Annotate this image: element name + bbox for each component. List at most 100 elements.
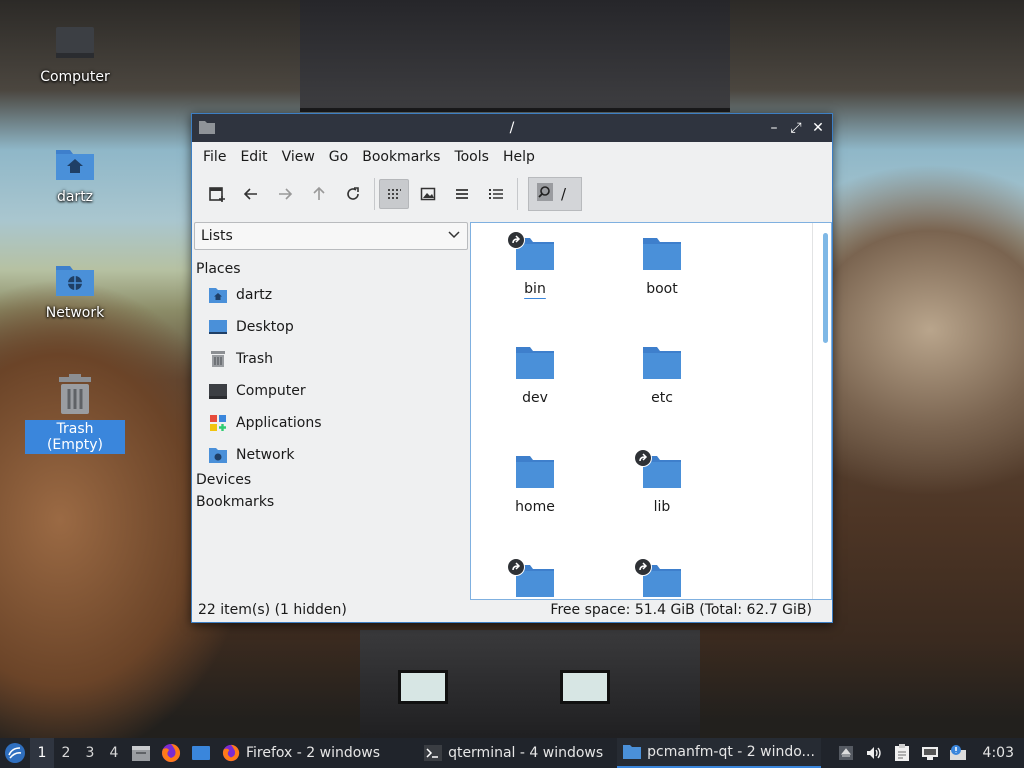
place-item-trash[interactable]: Trash xyxy=(194,343,468,375)
menu-tools[interactable]: Tools xyxy=(447,149,496,165)
place-item-label: Desktop xyxy=(236,319,294,335)
desktop-icon-network[interactable]: Network xyxy=(25,256,125,322)
task-pcmanfm-qt[interactable]: pcmanfm-qt - 2 windo... xyxy=(617,738,821,768)
desktop-icon-label: Network xyxy=(45,305,105,321)
search-icon[interactable] xyxy=(537,183,553,205)
place-item-label: Trash xyxy=(236,351,273,367)
place-item-applications[interactable]: Applications xyxy=(194,407,468,439)
up-button[interactable] xyxy=(304,179,334,209)
place-item-dartz[interactable]: dartz xyxy=(194,279,468,311)
update-notifier-icon[interactable] xyxy=(947,742,969,764)
side-pane-mode-select[interactable]: Lists xyxy=(194,222,468,250)
computer-icon xyxy=(25,20,125,66)
toolbar-separator xyxy=(517,178,518,210)
folder-icon xyxy=(612,340,712,386)
task-qterminal[interactable]: qterminal - 4 windows xyxy=(418,738,609,768)
place-item-label: dartz xyxy=(236,287,273,303)
status-item-count: 22 item(s) (1 hidden) xyxy=(198,602,347,618)
new-tab-button[interactable] xyxy=(202,179,232,209)
icon-view-icon xyxy=(388,189,401,199)
menu-bookmarks[interactable]: Bookmarks xyxy=(355,149,447,165)
compact-view-button[interactable] xyxy=(447,179,477,209)
vertical-scrollbar[interactable] xyxy=(823,233,828,343)
path-bar[interactable]: / xyxy=(528,177,582,211)
window-titlebar[interactable]: / – ⤢ ✕ xyxy=(192,114,832,142)
file-item-bin[interactable]: bin xyxy=(485,231,585,297)
place-item-label: Computer xyxy=(236,383,306,399)
chevron-down-icon xyxy=(447,227,461,245)
system-tray: 4:03 xyxy=(835,738,1024,768)
workspace-2-button[interactable]: 2 xyxy=(54,738,78,768)
file-item-dev[interactable]: dev xyxy=(485,340,585,406)
file-item-home[interactable]: home xyxy=(485,449,585,515)
file-item[interactable] xyxy=(612,558,712,599)
desktop-icon-label: Trash (Empty) xyxy=(25,420,125,454)
desktop-icon-dartz[interactable]: dartz xyxy=(25,140,125,206)
symlink-icon xyxy=(507,558,525,576)
desktop-icon-computer[interactable]: Computer xyxy=(25,20,125,86)
thumbnail-view-button[interactable] xyxy=(413,179,443,209)
menu-edit[interactable]: Edit xyxy=(233,149,274,165)
quicklaunch-show-desktop[interactable] xyxy=(186,738,216,768)
show-desktop-icon xyxy=(192,746,210,760)
place-item-desktop[interactable]: Desktop xyxy=(194,311,468,343)
minimize-button[interactable]: – xyxy=(766,118,782,138)
place-item-computer[interactable]: Computer xyxy=(194,375,468,407)
devices-heading[interactable]: Devices xyxy=(194,472,468,488)
menu-view[interactable]: View xyxy=(275,149,322,165)
new-tab-icon xyxy=(209,187,225,202)
file-item[interactable] xyxy=(485,558,585,599)
place-item-label: Network xyxy=(236,447,295,463)
trash-icon xyxy=(208,349,228,369)
taskbar: 1 2 3 4 Firefox - 2 windows qterminal - … xyxy=(0,738,1024,768)
network-icon[interactable] xyxy=(919,742,941,764)
main-menu-button[interactable] xyxy=(0,738,30,768)
place-item-network[interactable]: Network xyxy=(194,439,468,471)
terminal-icon xyxy=(424,745,443,761)
file-item-lib[interactable]: lib xyxy=(612,449,712,515)
task-label: pcmanfm-qt - 2 windo... xyxy=(647,744,815,760)
workspace-3-button[interactable]: 3 xyxy=(78,738,102,768)
network-folder-icon xyxy=(208,445,228,465)
volume-icon[interactable] xyxy=(863,742,885,764)
wallpaper-cockpit-panel xyxy=(300,0,730,112)
file-name: dev xyxy=(522,390,548,406)
clipboard-icon[interactable] xyxy=(891,742,913,764)
file-item-boot[interactable]: boot xyxy=(612,231,712,297)
task-label: Firefox - 2 windows xyxy=(246,745,381,761)
workspace-1-button[interactable]: 1 xyxy=(30,738,54,768)
clock[interactable]: 4:03 xyxy=(975,745,1018,761)
detailed-list-button[interactable] xyxy=(481,179,511,209)
status-free-space: Free space: 51.4 GiB (Total: 62.7 GiB) xyxy=(550,602,812,618)
eject-icon[interactable] xyxy=(835,742,857,764)
bookmarks-heading[interactable]: Bookmarks xyxy=(194,494,468,510)
path-crumb-root[interactable]: / xyxy=(561,185,566,203)
lubuntu-logo-icon xyxy=(5,743,25,763)
place-item-label: Applications xyxy=(236,415,322,431)
back-icon xyxy=(243,188,257,200)
back-button[interactable] xyxy=(236,179,266,209)
scrollbar-track xyxy=(812,223,813,599)
side-pane-mode-value: Lists xyxy=(201,228,233,244)
workspace-4-button[interactable]: 4 xyxy=(102,738,126,768)
desktop-icon-trash[interactable]: Trash (Empty) xyxy=(25,372,125,454)
file-view[interactable]: bin boot dev etc home lib xyxy=(470,222,832,600)
folder-icon xyxy=(623,745,642,759)
places-heading[interactable]: Places xyxy=(194,261,468,277)
menu-go[interactable]: Go xyxy=(322,149,355,165)
reload-button[interactable] xyxy=(338,179,368,209)
close-button[interactable]: ✕ xyxy=(810,118,826,138)
detailed-list-icon xyxy=(489,189,503,199)
task-firefox[interactable]: Firefox - 2 windows xyxy=(216,738,386,768)
forward-button[interactable] xyxy=(270,179,300,209)
icon-view-button[interactable] xyxy=(379,179,409,209)
menu-help[interactable]: Help xyxy=(496,149,542,165)
quicklaunch-firefox[interactable] xyxy=(156,738,186,768)
menu-file[interactable]: File xyxy=(196,149,233,165)
firefox-icon xyxy=(222,744,240,762)
folder-icon xyxy=(485,340,585,386)
file-item-etc[interactable]: etc xyxy=(612,340,712,406)
maximize-button[interactable]: ⤢ xyxy=(788,118,804,138)
folder-icon xyxy=(485,558,585,599)
quicklaunch-file-manager[interactable] xyxy=(126,738,156,768)
